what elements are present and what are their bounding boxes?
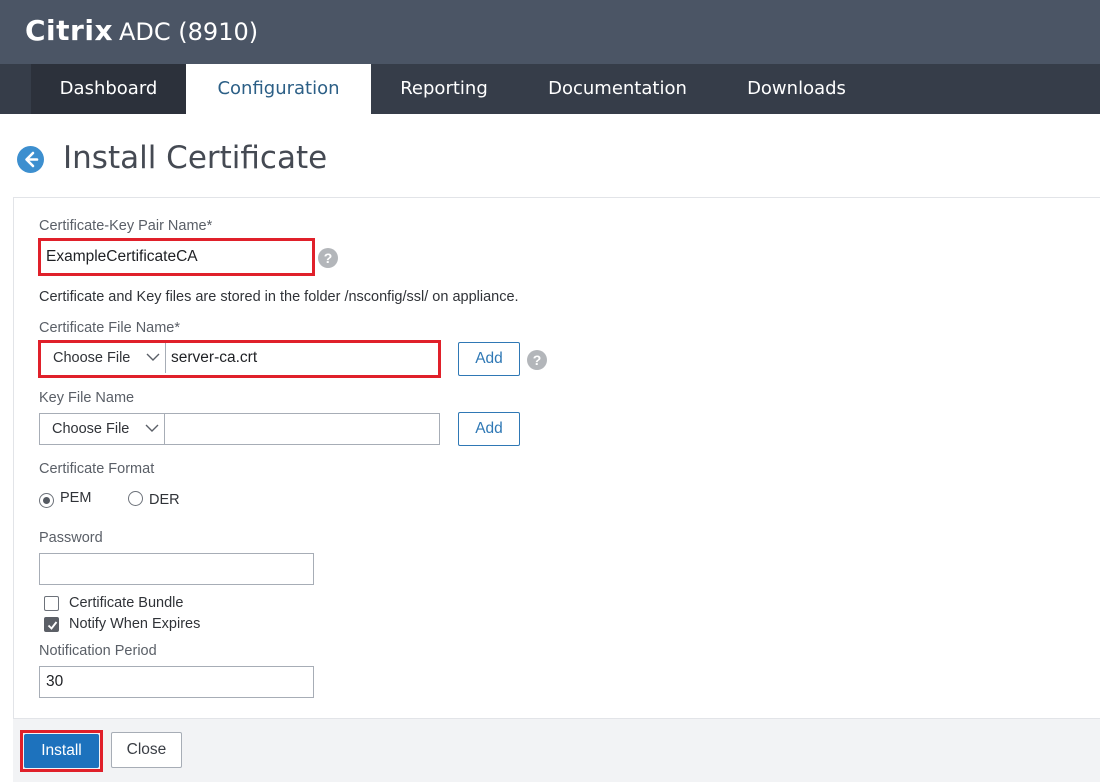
checkmark-icon (47, 621, 58, 630)
help-icon[interactable]: ? (318, 248, 338, 268)
tab-dashboard[interactable]: Dashboard (31, 64, 186, 114)
password-field[interactable] (39, 553, 314, 585)
notification-period-label: Notification Period (39, 643, 157, 659)
tab-reporting[interactable]: Reporting (381, 64, 507, 114)
page-title: Install Certificate (63, 140, 328, 176)
radio-der[interactable] (128, 491, 143, 506)
cert-add-button[interactable]: Add (458, 342, 520, 376)
tab-documentation[interactable]: Documentation (530, 64, 705, 114)
key-choose-file-label: Choose File (52, 421, 130, 437)
cert-file-label: Certificate File Name* (39, 320, 181, 336)
format-label: Certificate Format (39, 461, 155, 477)
help-icon[interactable]: ? (527, 350, 547, 370)
highlight-box (38, 340, 441, 378)
highlight-box (38, 238, 315, 276)
storage-note: Certificate and Key files are stored in … (39, 289, 519, 305)
back-arrow-icon[interactable] (17, 146, 44, 173)
highlight-box (20, 730, 103, 772)
brand-model: ADC (8910) (119, 18, 259, 46)
radio-pem[interactable] (39, 493, 54, 508)
close-button[interactable]: Close (111, 732, 182, 768)
top-header: Citrix ADC (8910) (0, 0, 1100, 64)
key-add-button[interactable]: Add (458, 412, 520, 446)
chevron-down-icon (145, 424, 159, 432)
cert-key-pair-label: Certificate-Key Pair Name* (39, 218, 213, 234)
brand-logo: Citrix ADC (8910) (25, 14, 258, 47)
notification-period-field[interactable]: 30 (39, 666, 314, 698)
password-label: Password (39, 530, 103, 546)
radio-der-label: DER (149, 492, 180, 508)
brand-name: Citrix (25, 14, 113, 47)
main-nav: Dashboard Configuration Reporting Docume… (0, 64, 1100, 114)
certificate-bundle-checkbox[interactable] (44, 596, 59, 611)
tab-downloads[interactable]: Downloads (728, 64, 865, 114)
tab-configuration[interactable]: Configuration (186, 64, 371, 114)
key-file-chooser: Choose File (39, 413, 440, 445)
radio-pem-label: PEM (60, 490, 92, 506)
notify-expires-checkbox[interactable] (44, 617, 59, 632)
notify-expires-label: Notify When Expires (69, 616, 201, 632)
certificate-bundle-label: Certificate Bundle (69, 595, 184, 611)
key-file-label: Key File Name (39, 390, 135, 406)
